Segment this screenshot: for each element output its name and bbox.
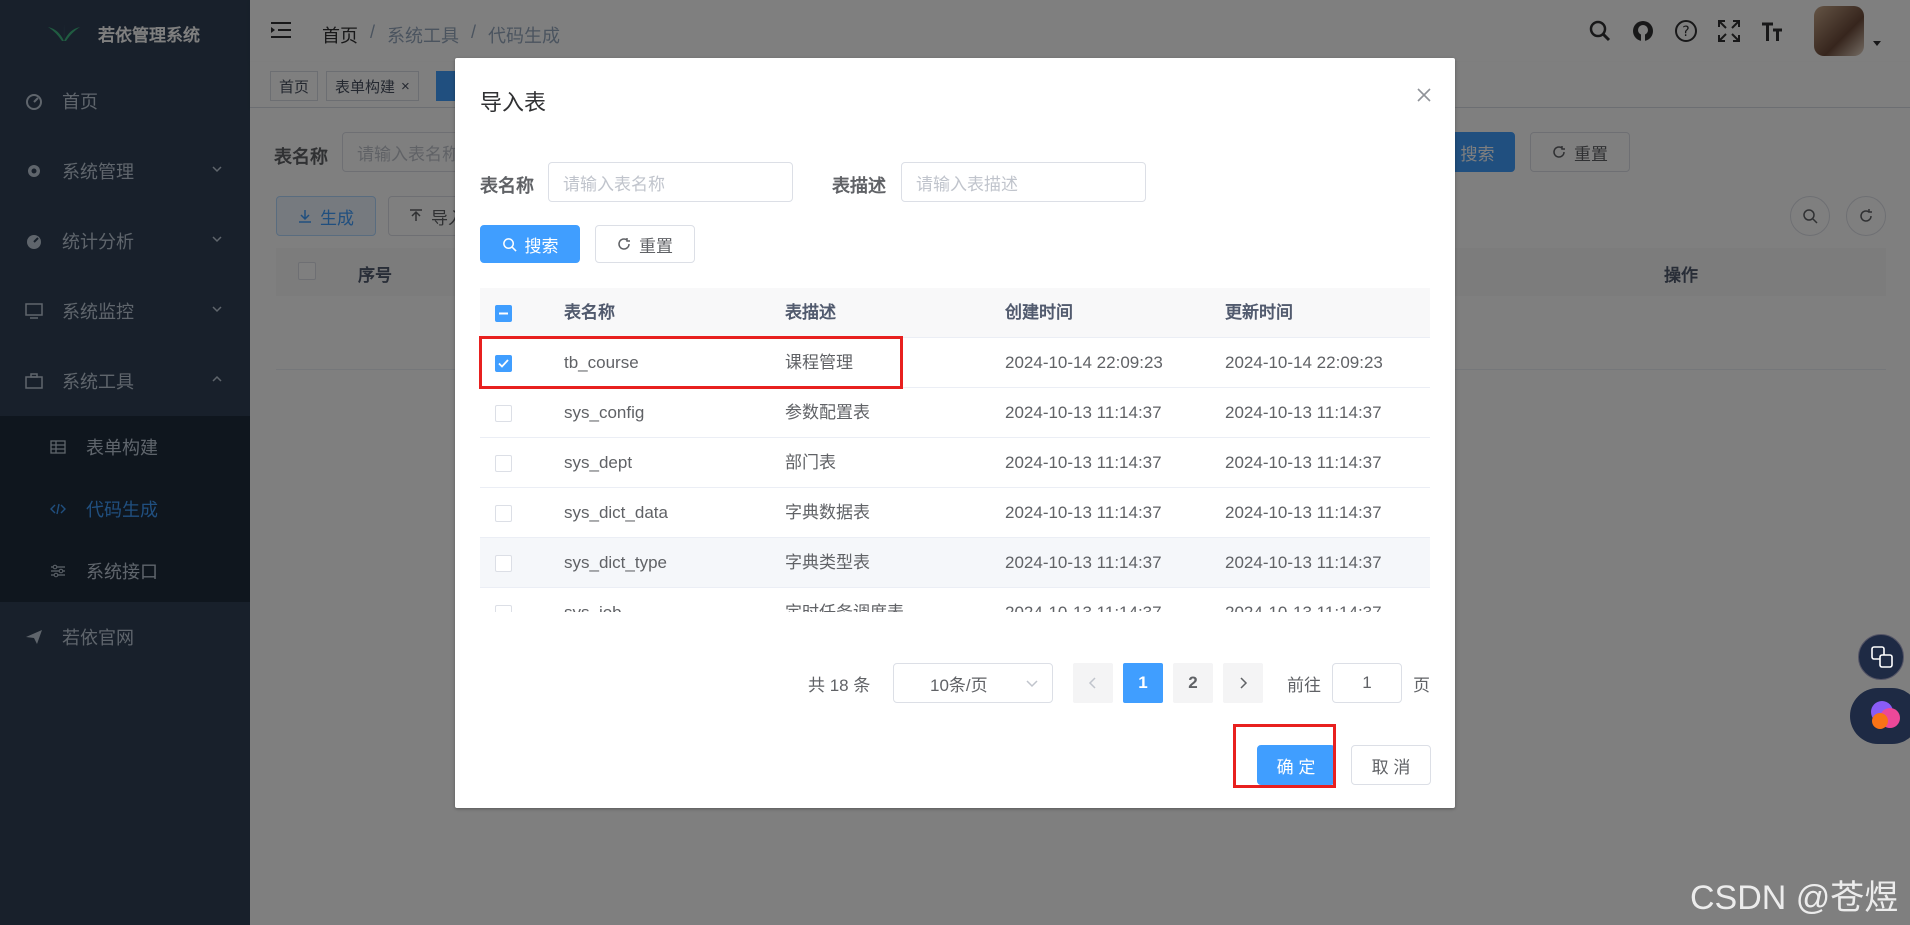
cell-updated: 2024-10-14 22:09:23 — [1225, 353, 1383, 372]
cell-table-desc: 参数配置表 — [785, 403, 870, 422]
row-checkbox[interactable] — [495, 505, 512, 522]
highlight-selected-row — [479, 336, 903, 389]
cell-table-name: sys_dept — [564, 453, 633, 472]
button-label: 搜索 — [524, 236, 559, 256]
highlight-confirm-button — [1233, 724, 1336, 788]
dialog-table-name-input[interactable]: 请输入表名称 — [548, 162, 793, 202]
cell-created: 2024-10-13 11:14:37 — [1005, 453, 1162, 472]
refresh-icon — [618, 238, 630, 250]
button-label: 重置 — [639, 236, 673, 256]
row-checkbox[interactable] — [495, 455, 512, 472]
cell-created: 2024-10-13 11:14:37 — [1005, 553, 1162, 572]
table-row[interactable]: sys_dict_type 字典类型表 2024-10-13 11:14:37 … — [480, 538, 1430, 588]
page-size-select[interactable]: 10条/页 — [893, 663, 1053, 703]
ai-widget[interactable] — [1850, 688, 1910, 744]
chevron-down-icon — [1026, 680, 1038, 688]
select-all-checkbox[interactable] — [495, 305, 512, 322]
cell-table-name: sys_dict_type — [564, 553, 667, 572]
pagination-total: 共 18 条 — [808, 675, 871, 695]
page-button[interactable]: 1 — [1123, 663, 1163, 703]
cell-table-name: sys_config — [564, 403, 645, 422]
goto-page-value: 1 — [1362, 673, 1372, 692]
row-checkbox[interactable] — [495, 555, 512, 572]
page-size-value: 10条/页 — [930, 675, 988, 695]
brain-icon — [1871, 701, 1900, 729]
table-row[interactable]: sys_dict_data 字典数据表 2024-10-13 11:14:37 … — [480, 488, 1430, 538]
prev-page-button[interactable] — [1073, 663, 1113, 703]
table-row[interactable]: sys_job 定时任务调度表 2024-10-13 11:14:37 2024… — [480, 588, 1430, 612]
next-page-button[interactable] — [1223, 663, 1263, 703]
table-header: 表名称 表描述 创建时间 更新时间 — [480, 288, 1430, 338]
chevron-right-icon — [1240, 677, 1248, 689]
cell-updated: 2024-10-13 11:14:37 — [1225, 503, 1382, 522]
cancel-button[interactable]: 取 消 — [1351, 745, 1431, 785]
row-checkbox[interactable] — [495, 605, 512, 612]
button-label: 取 消 — [1371, 757, 1411, 777]
cell-updated: 2024-10-13 11:14:37 — [1225, 588, 1382, 612]
cell-created: 2024-10-13 11:14:37 — [1005, 588, 1162, 612]
row-checkbox[interactable] — [495, 405, 512, 422]
column-header[interactable]: 表描述 — [785, 288, 836, 338]
translate-icon — [1871, 646, 1893, 668]
cell-updated: 2024-10-13 11:14:37 — [1225, 403, 1382, 422]
dialog-title: 导入表 — [480, 90, 547, 115]
dialog-reset-button[interactable]: 重置 — [595, 225, 695, 263]
cell-table-name: sys_dict_data — [564, 503, 668, 522]
cell-updated: 2024-10-13 11:14:37 — [1225, 453, 1382, 472]
cell-updated: 2024-10-13 11:14:37 — [1225, 553, 1382, 572]
dialog-table-desc-input[interactable]: 请输入表描述 — [901, 162, 1146, 202]
dialog-search-button[interactable]: 搜索 — [480, 225, 580, 263]
table-row[interactable]: sys_dept 部门表 2024-10-13 11:14:37 2024-10… — [480, 438, 1430, 488]
dialog-label-table-name: 表名称 — [480, 176, 534, 196]
translate-widget[interactable] — [1858, 634, 1904, 680]
cell-table-desc: 字典数据表 — [785, 503, 870, 522]
chevron-left-icon — [1088, 677, 1096, 689]
close-icon[interactable] — [1415, 86, 1433, 104]
import-table-dialog: 导入表 表名称 请输入表名称 表描述 请输入表描述 搜索 重置 表名称 表描述 … — [455, 58, 1455, 808]
column-header[interactable]: 更新时间 — [1225, 288, 1293, 338]
dialog-label-table-desc: 表描述 — [832, 176, 886, 196]
input-placeholder: 请输入表描述 — [916, 174, 1018, 194]
cell-created: 2024-10-14 22:09:23 — [1005, 353, 1163, 372]
cell-table-desc: 定时任务调度表 — [785, 588, 904, 612]
column-header[interactable]: 创建时间 — [1005, 288, 1073, 338]
goto-prefix: 前往 — [1287, 675, 1321, 695]
goto-page-input[interactable]: 1 — [1332, 663, 1402, 703]
cell-table-desc: 字典类型表 — [785, 553, 870, 572]
page-button[interactable]: 2 — [1173, 663, 1213, 703]
table-row[interactable]: sys_config 参数配置表 2024-10-13 11:14:37 202… — [480, 388, 1430, 438]
watermark: CSDN @苍煜 — [1690, 879, 1899, 917]
cell-created: 2024-10-13 11:14:37 — [1005, 403, 1162, 422]
column-header[interactable]: 表名称 — [564, 288, 615, 338]
cell-table-desc: 部门表 — [785, 453, 836, 472]
search-icon — [502, 237, 517, 252]
cell-table-name: sys_job — [564, 588, 622, 612]
cell-created: 2024-10-13 11:14:37 — [1005, 503, 1162, 522]
input-placeholder: 请输入表名称 — [563, 174, 665, 194]
goto-suffix: 页 — [1413, 675, 1430, 695]
